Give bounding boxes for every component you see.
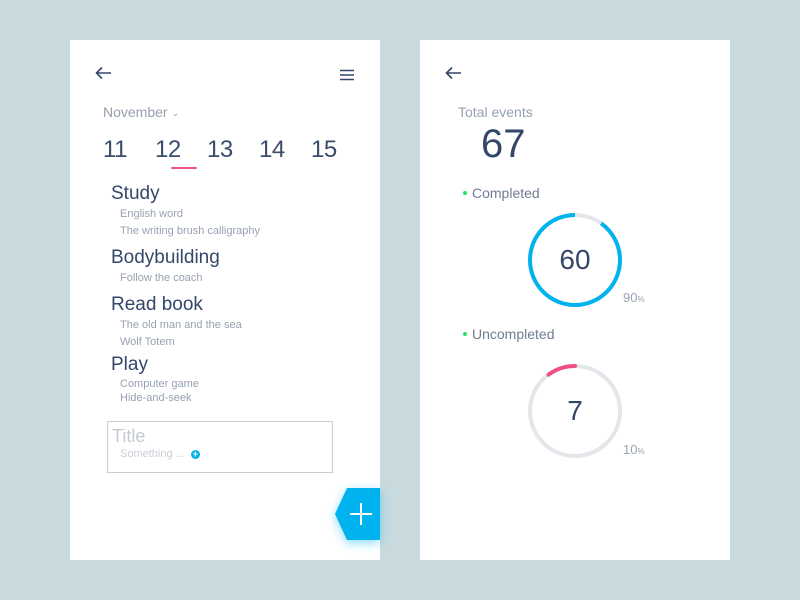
event-list: Study English word The writing brush cal… [111,182,351,411]
add-event-button[interactable] [335,488,380,540]
uncompleted-percent: 10% [623,442,645,457]
completed-percent: 90% [623,290,645,305]
completed-progress-ring: 60 [526,211,624,309]
calendar-screen: November ⌄ 11 12 13 14 15 Study English … [70,40,380,560]
total-events-label: Total events [458,104,533,120]
event-item: The old man and the sea [120,319,242,331]
event-read-book[interactable]: Read book The old man and the sea Wolf T… [111,293,351,351]
completed-count: 60 [559,244,591,275]
event-item: Wolf Totem [120,336,175,348]
back-button[interactable] [95,66,113,80]
new-event-form[interactable]: Title Something ... + [107,421,333,473]
event-item: Hide-and-seek [120,392,192,404]
arrow-left-icon [445,66,461,80]
event-bodybuilding[interactable]: Bodybuilding Follow the coach [111,246,351,287]
status-dot-icon [463,332,467,336]
chevron-down-icon: ⌄ [171,107,180,118]
status-dot-icon [463,191,467,195]
stats-screen: Total events 67 Completed 60 90% Uncompl… [420,40,730,560]
total-events-value: 67 [481,122,526,166]
event-title: Study [111,183,160,204]
event-study[interactable]: Study English word The writing brush cal… [111,182,351,240]
uncompleted-percent-number: 10 [623,442,638,457]
day-14[interactable]: 14 [259,136,311,164]
month-selector[interactable]: November ⌄ [103,104,179,120]
event-item: English word [120,208,183,220]
plus-circle-icon[interactable]: + [190,449,200,459]
event-play[interactable]: Play Computer game Hide-and-seek [111,353,351,405]
day-13[interactable]: 13 [207,136,259,164]
event-item: Computer game [120,378,199,390]
event-title: Read book [111,294,203,315]
completed-percent-number: 90 [623,290,638,305]
title-input[interactable]: Title [112,425,328,447]
event-title: Bodybuilding [111,247,220,268]
event-item: The writing brush calligraphy [120,225,261,237]
uncompleted-label: Uncompleted [472,326,555,342]
day-15[interactable]: 15 [311,136,363,164]
uncompleted-count: 7 [567,395,583,426]
hamburger-menu-icon [340,69,354,81]
day-12-selected[interactable]: 12 [155,136,207,169]
back-button[interactable] [445,66,463,80]
description-input[interactable]: Something ... [120,448,185,460]
uncompleted-progress-ring: 7 [526,362,624,460]
plus-icon [335,488,380,540]
menu-button[interactable] [340,68,354,81]
uncompleted-section-label: Uncompleted [463,326,555,342]
day-11[interactable]: 11 [103,136,155,164]
percent-sign: % [637,447,645,456]
completed-section-label: Completed [463,185,540,201]
month-label: November [103,104,168,120]
event-title: Play [111,354,148,375]
day-strip: 11 12 13 14 15 [103,136,363,169]
event-item: Follow the coach [120,272,203,284]
completed-label: Completed [472,185,540,201]
arrow-left-icon [95,66,111,80]
percent-sign: % [637,295,645,304]
